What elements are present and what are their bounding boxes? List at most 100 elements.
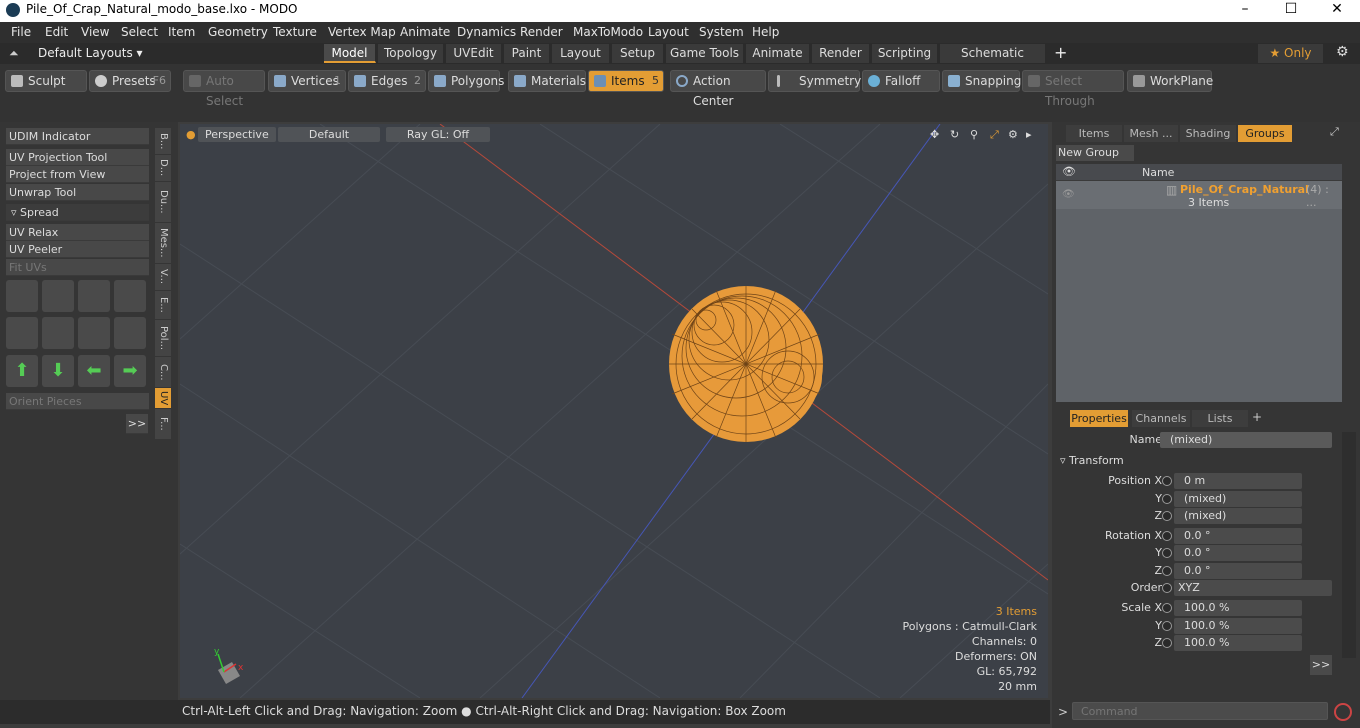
position-z-radio[interactable] [1162, 511, 1172, 521]
close-button[interactable]: ✕ [1314, 0, 1360, 22]
orient-pieces-button[interactable]: Orient Pieces [6, 393, 149, 410]
layouts-dropdown[interactable]: Default Layouts ▾ [38, 46, 143, 60]
menu-item[interactable]: Item [168, 25, 195, 39]
uv-box-icon[interactable] [114, 280, 146, 312]
tab-setup[interactable]: Setup [612, 44, 664, 63]
tab-scripting[interactable]: Scripting [872, 44, 938, 63]
uv-cylinder-icon[interactable] [42, 280, 74, 312]
fit-uvs-button[interactable]: Fit UVs [6, 259, 149, 276]
uv-transform-icon[interactable] [6, 280, 38, 312]
sidetab-d[interactable]: D... [155, 155, 171, 181]
scale-x-radio[interactable] [1162, 603, 1172, 613]
sculpt-button[interactable]: Sculpt [5, 70, 87, 92]
name-field[interactable]: (mixed) [1160, 432, 1332, 448]
rotation-y-radio[interactable] [1162, 548, 1172, 558]
tab-schematic-fusion[interactable]: Schematic Fusion [940, 44, 1046, 79]
only-toggle[interactable]: ★ Only [1258, 44, 1324, 63]
workplane-button[interactable]: WorkPlane [1127, 70, 1213, 92]
arrow-right-icon[interactable]: ➡ [114, 355, 146, 387]
menu-help[interactable]: Help [752, 25, 779, 39]
zoom-view-icon[interactable]: ⚲ [970, 127, 978, 142]
uv-move-icon[interactable] [78, 280, 110, 312]
scale-z-field[interactable]: 100.0 % [1174, 635, 1302, 651]
uv-frame-icon[interactable] [114, 317, 146, 349]
menu-edit[interactable]: Edit [45, 25, 68, 39]
arrow-left-icon[interactable]: ⬅ [78, 355, 110, 387]
tab-uvedit[interactable]: UVEdit [446, 44, 502, 63]
expand-icon[interactable]: ⤢ [1330, 125, 1339, 139]
rotation-x-radio[interactable] [1162, 531, 1172, 541]
tab-properties[interactable]: Properties [1070, 410, 1128, 427]
items-button[interactable]: Items 5 [588, 70, 664, 92]
sidetab-du[interactable]: Du... [155, 182, 171, 222]
tab-model[interactable]: Model [324, 44, 376, 63]
uv-relax-button[interactable]: UV Relax [6, 224, 149, 241]
add-property-tab-button[interactable]: + [1252, 410, 1262, 424]
auto-select-button[interactable]: Auto Select [183, 70, 265, 108]
project-from-view-button[interactable]: Project from View [6, 166, 149, 183]
menu-render[interactable]: Render [520, 25, 563, 39]
sidetab-b[interactable]: B... [155, 128, 171, 154]
viewport-menu-icon[interactable]: ▸ [1026, 127, 1032, 142]
scale-z-radio[interactable] [1162, 638, 1172, 648]
tab-channels[interactable]: Channels [1132, 410, 1190, 427]
position-x-radio[interactable] [1162, 476, 1172, 486]
command-input[interactable] [1072, 702, 1328, 720]
uv-trapezoid-icon[interactable] [78, 317, 110, 349]
menu-maxtomodo[interactable]: MaxToModo [573, 25, 643, 39]
tab-game-tools[interactable]: Game Tools [666, 44, 744, 63]
menu-layout[interactable]: Layout [648, 25, 689, 39]
perspective-dropdown[interactable]: Perspective [198, 127, 276, 142]
falloff-button[interactable]: Falloff [862, 70, 940, 92]
rotation-z-field[interactable]: 0.0 ° [1174, 563, 1302, 579]
tab-topology[interactable]: Topology [378, 44, 444, 63]
minimize-button[interactable]: – [1222, 0, 1268, 22]
tab-lists[interactable]: Lists [1192, 410, 1248, 427]
rotation-x-field[interactable]: 0.0 ° [1174, 528, 1302, 544]
scale-x-field[interactable]: 100.0 % [1174, 600, 1302, 616]
action-center-button[interactable]: Action Center [670, 70, 766, 108]
record-icon[interactable] [1334, 703, 1352, 721]
tab-render[interactable]: Render [812, 44, 870, 63]
order-radio[interactable] [1162, 583, 1172, 593]
sidetab-uv[interactable]: UV [155, 388, 171, 408]
sidetab-mes[interactable]: Mes... [155, 223, 171, 263]
transform-section[interactable]: ▿ Transform [1060, 454, 1124, 467]
menu-vertex-map[interactable]: Vertex Map [328, 25, 396, 39]
add-tab-button[interactable]: + [1054, 43, 1067, 62]
maximize-button[interactable]: ☐ [1268, 0, 1314, 22]
menu-view[interactable]: View [81, 25, 109, 39]
menu-file[interactable]: File [11, 25, 31, 39]
raygl-toggle[interactable]: Ray GL: Off [386, 127, 490, 142]
gear-icon[interactable]: ⚙ [1336, 44, 1349, 60]
tab-shading[interactable]: Shading [1180, 125, 1236, 142]
more-properties-button[interactable]: >> [1310, 655, 1332, 675]
menu-animate[interactable]: Animate [400, 25, 450, 39]
sidetab-f[interactable]: F... [155, 409, 171, 439]
viewport-settings-icon[interactable]: ⚙ [1008, 127, 1018, 142]
layout-toggle-icon[interactable]: ⏶ [9, 46, 19, 61]
vertices-button[interactable]: Vertices 1 [268, 70, 346, 92]
tab-layout[interactable]: Layout [552, 44, 610, 63]
arrow-down-icon[interactable]: ⬇ [42, 355, 74, 387]
position-z-field[interactable]: (mixed) [1174, 508, 1302, 524]
mesh-object[interactable] [669, 286, 823, 442]
spread-button[interactable]: ▿ Spread [6, 204, 149, 221]
uv-peeler-button[interactable]: UV Peeler [6, 241, 149, 258]
uv-projection-tool-button[interactable]: UV Projection Tool [6, 149, 149, 166]
unwrap-tool-button[interactable]: Unwrap Tool [6, 184, 149, 201]
more-tools-button[interactable]: >> [126, 414, 148, 434]
order-dropdown[interactable]: XYZ [1174, 580, 1332, 596]
arrow-up-icon[interactable]: ⬆ [6, 355, 38, 387]
symmetry-button[interactable]: Symmetry [768, 70, 861, 92]
scale-y-field[interactable]: 100.0 % [1174, 618, 1302, 634]
tab-groups[interactable]: Groups [1238, 125, 1292, 142]
select-through-button[interactable]: Select Through [1022, 70, 1124, 108]
position-y-radio[interactable] [1162, 494, 1172, 504]
tab-paint[interactable]: Paint [504, 44, 550, 63]
snapping-button[interactable]: Snapping [942, 70, 1021, 92]
uv-grid-icon[interactable] [42, 317, 74, 349]
maximize-view-icon[interactable]: ⤢ [990, 127, 999, 142]
rotation-z-radio[interactable] [1162, 566, 1172, 576]
scale-y-radio[interactable] [1162, 621, 1172, 631]
